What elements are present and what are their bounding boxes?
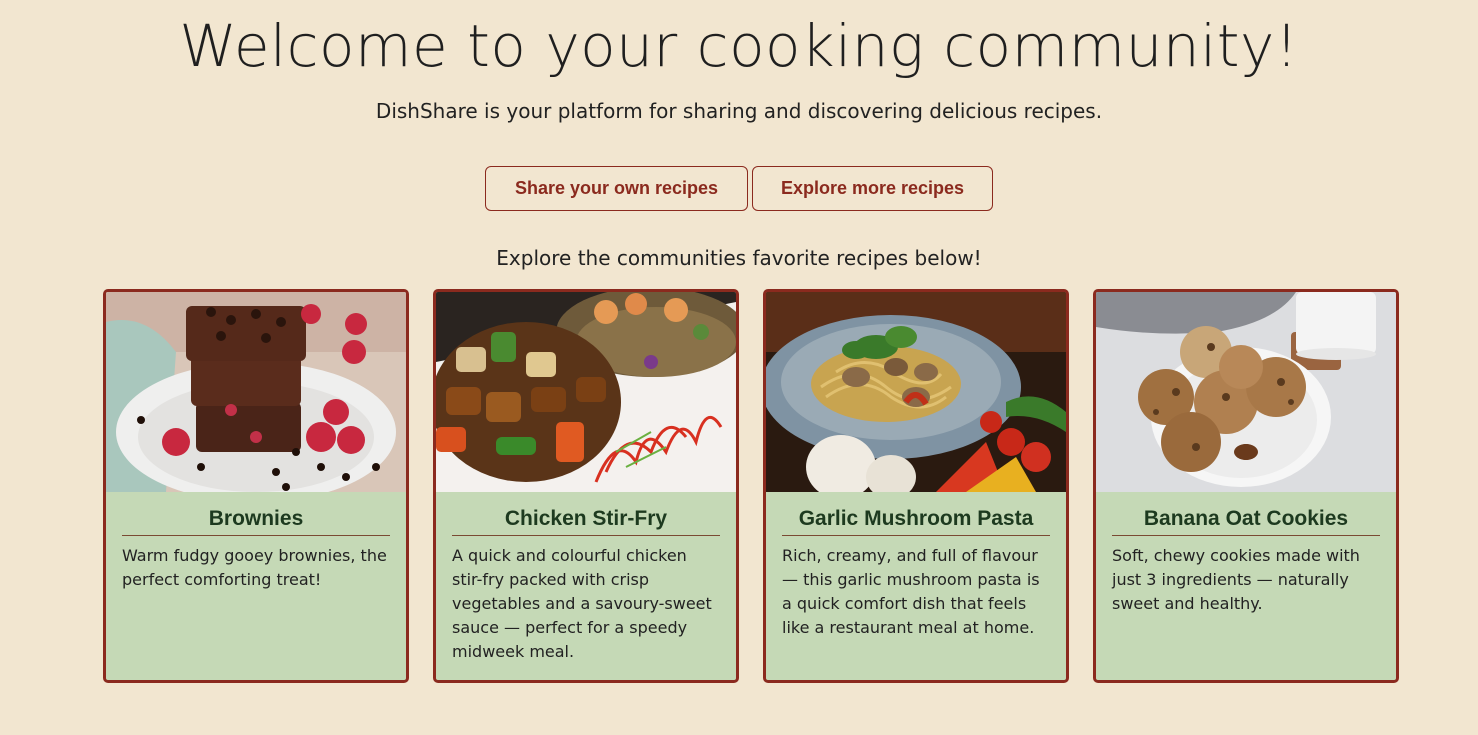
card-description: Rich, creamy, and full of flavour — this…: [782, 546, 1040, 637]
cookies-photo[interactable]: [1096, 292, 1396, 492]
card-body: Garlic Mushroom Pasta Rich, creamy, and …: [766, 492, 1066, 640]
card-body: Chicken Stir-Fry A quick and colourful c…: [436, 492, 736, 664]
card-description: Soft, chewy cookies made with just 3 ing…: [1112, 546, 1360, 613]
pasta-photo[interactable]: [766, 292, 1066, 492]
card-body: Banana Oat Cookies Soft, chewy cookies m…: [1096, 492, 1396, 616]
page-title: Welcome to your cooking community!: [179, 12, 1299, 80]
explore-recipes-button[interactable]: Explore more recipes: [752, 166, 993, 211]
card-title: Brownies: [122, 505, 390, 536]
card-body: Brownies Warm fudgy gooey brownies, the …: [106, 492, 406, 592]
recipe-card-brownies[interactable]: Brownies Warm fudgy gooey brownies, the …: [103, 289, 409, 683]
page-subtitle: DishShare is your platform for sharing a…: [375, 99, 1103, 123]
section-heading: Explore the communities favorite recipes…: [496, 246, 982, 270]
recipe-cards: Brownies Warm fudgy gooey brownies, the …: [103, 289, 1399, 683]
card-title: Garlic Mushroom Pasta: [782, 505, 1050, 536]
share-recipes-button[interactable]: Share your own recipes: [485, 166, 748, 211]
cta-row: Share your own recipes Explore more reci…: [0, 166, 1478, 211]
card-title: Banana Oat Cookies: [1112, 505, 1380, 536]
recipe-card-chicken-stir-fry[interactable]: Chicken Stir-Fry A quick and colourful c…: [433, 289, 739, 683]
stir-fry-photo[interactable]: [436, 292, 736, 492]
card-title: Chicken Stir-Fry: [452, 505, 720, 536]
card-description: A quick and colourful chicken stir-fry p…: [452, 546, 712, 661]
recipe-card-banana-oat-cookies[interactable]: Banana Oat Cookies Soft, chewy cookies m…: [1093, 289, 1399, 683]
card-description: Warm fudgy gooey brownies, the perfect c…: [122, 546, 387, 589]
brownies-photo[interactable]: [106, 292, 406, 492]
recipe-card-garlic-mushroom-pasta[interactable]: Garlic Mushroom Pasta Rich, creamy, and …: [763, 289, 1069, 683]
